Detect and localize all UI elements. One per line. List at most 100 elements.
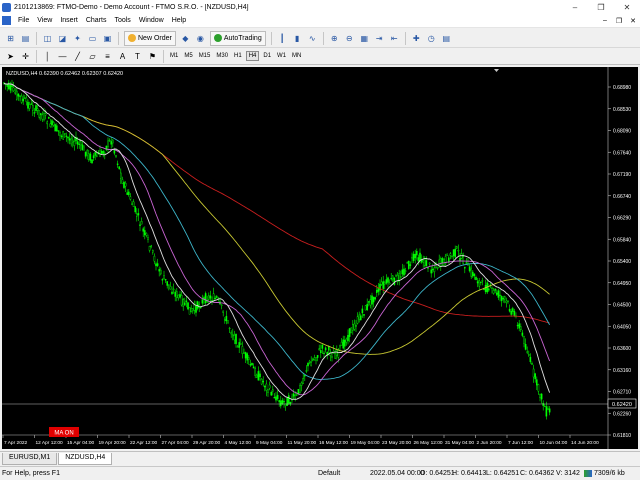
menu-file[interactable]: File (14, 14, 33, 28)
new-chart-icon[interactable]: ⊞ (4, 32, 17, 45)
zoom-out-icon[interactable]: ⊖ (343, 32, 356, 45)
timeframe-m15[interactable]: M15 (197, 52, 213, 60)
terminal-icon[interactable]: ▭ (86, 32, 99, 45)
periods-icon[interactable]: ◷ (425, 32, 438, 45)
indicators-icon[interactable]: ✚ (410, 32, 423, 45)
cursor-icon[interactable]: ➤ (4, 50, 17, 63)
close-button[interactable]: ✕ (614, 0, 640, 14)
price-chart[interactable]: 0.68980 0.68530 0.68090 0.67640 0.67190 0.667… (2, 67, 638, 449)
ma-yellow-line (3, 82, 550, 355)
chart-shift-icon[interactable]: ⇤ (388, 32, 401, 45)
bar-chart-icon[interactable]: ┃ (276, 32, 289, 45)
candle-body (452, 249, 455, 257)
candle-body (187, 302, 189, 310)
price-tick-label: 0.62710 (613, 390, 631, 396)
candle-body (491, 287, 493, 289)
menu-help[interactable]: Help (168, 14, 190, 28)
line-chart-icon[interactable]: ∿ (306, 32, 319, 45)
candle-body (369, 299, 372, 306)
tile-windows-icon[interactable]: ▦ (358, 32, 371, 45)
candle-body (20, 95, 23, 103)
candle-body (6, 84, 8, 87)
candle-body (436, 267, 439, 269)
candlestick-icon[interactable]: ▮ (291, 32, 304, 45)
strategy-tester-icon[interactable]: ▣ (101, 32, 114, 45)
maximize-button[interactable]: ❐ (588, 0, 614, 14)
candle-body (68, 138, 71, 141)
auto-scroll-icon[interactable]: ⇥ (373, 32, 386, 45)
arrows-icon[interactable]: ⚑ (146, 50, 159, 63)
candle-body (199, 306, 202, 309)
candle-body (449, 253, 452, 256)
chart-area[interactable]: 0.68980 0.68530 0.68090 0.67640 0.67190 0.667… (2, 67, 638, 449)
menu-window[interactable]: Window (135, 14, 168, 28)
metaeditor-icon[interactable]: ◆ (179, 32, 192, 45)
candle-body (380, 281, 383, 285)
candle-body (174, 291, 177, 297)
chart-window-icon[interactable] (2, 16, 11, 25)
timeframe-h4[interactable]: H4 (245, 51, 260, 61)
timeframe-m5[interactable]: M5 (182, 52, 194, 60)
profiles-icon[interactable]: ▤ (19, 32, 32, 45)
autotrading-button[interactable]: AutoTrading (209, 30, 266, 46)
templates-icon[interactable]: ▤ (440, 32, 453, 45)
new-order-button[interactable]: New Order (124, 30, 176, 46)
candle-body (544, 405, 546, 408)
crosshair-icon[interactable]: ✛ (19, 50, 32, 63)
channel-icon[interactable]: ▱ (86, 50, 99, 63)
candle-body (473, 273, 476, 276)
candle-body (524, 344, 527, 350)
candle-body (135, 213, 138, 217)
chart-shift-marker[interactable] (494, 69, 499, 72)
time-tick-label: 7 Jun 12:00 (508, 440, 533, 446)
timeframe-w1[interactable]: W1 (275, 52, 288, 60)
text-label-icon[interactable]: T (131, 50, 144, 63)
horizontal-line-icon[interactable]: — (56, 50, 69, 63)
candle-body (494, 288, 497, 291)
candle-body (95, 155, 98, 157)
timeframe-m1[interactable]: M1 (168, 52, 180, 60)
timeframe-mn[interactable]: MN (290, 52, 303, 60)
time-tick-label: 22 Apr 12:00 (130, 440, 158, 446)
candle-body (406, 262, 409, 264)
minimize-button[interactable]: – (562, 0, 588, 14)
candle-body (48, 116, 50, 119)
tab-nzdusd-h4[interactable]: NZDUSD,H4 (58, 453, 113, 465)
child-close-button[interactable]: ✕ (626, 17, 640, 25)
navigator-icon[interactable]: ✦ (71, 32, 84, 45)
window-title: 2101213869: FTMO-Demo - Demo Account - F… (14, 3, 249, 11)
candle-body (228, 327, 231, 330)
candle-body (348, 328, 351, 337)
menu-charts[interactable]: Charts (82, 14, 111, 28)
options-icon[interactable]: ◉ (194, 32, 207, 45)
timeframe-m30[interactable]: M30 (214, 52, 230, 60)
child-minimize-button[interactable]: – (598, 17, 612, 25)
timeframe-d1[interactable]: D1 (261, 52, 273, 60)
ma-white-line (3, 82, 551, 400)
candle-body (129, 196, 132, 200)
menu-view[interactable]: View (33, 14, 56, 28)
menu-tools[interactable]: Tools (110, 14, 134, 28)
trendline-icon[interactable]: ╱ (71, 50, 84, 63)
candle-body (323, 352, 325, 355)
candle-body (499, 294, 501, 296)
candle-body (231, 333, 234, 337)
menu-insert[interactable]: Insert (56, 14, 82, 28)
zoom-in-icon[interactable]: ⊕ (328, 32, 341, 45)
candle-body (392, 275, 394, 280)
market-watch-icon[interactable]: ◫ (41, 32, 54, 45)
fibonacci-icon[interactable]: ≡ (101, 50, 114, 63)
text-icon[interactable]: A (116, 50, 129, 63)
vertical-line-icon[interactable]: │ (41, 50, 54, 63)
child-restore-button[interactable]: ❐ (612, 17, 626, 25)
candle-body (536, 379, 538, 386)
time-tick-label: 10 Jun 04:00 (540, 440, 568, 446)
timeframe-h1[interactable]: H1 (232, 52, 244, 60)
candle-body (476, 281, 479, 284)
data-window-icon[interactable]: ◪ (56, 32, 69, 45)
candle-body (79, 141, 82, 146)
tab-eurusd-m1[interactable]: EURUSD,M1 (2, 453, 58, 465)
status-low: L: 0.64251 (486, 470, 520, 477)
time-tick-label: 19 May 04:00 (351, 440, 380, 446)
candle-body (171, 291, 173, 294)
